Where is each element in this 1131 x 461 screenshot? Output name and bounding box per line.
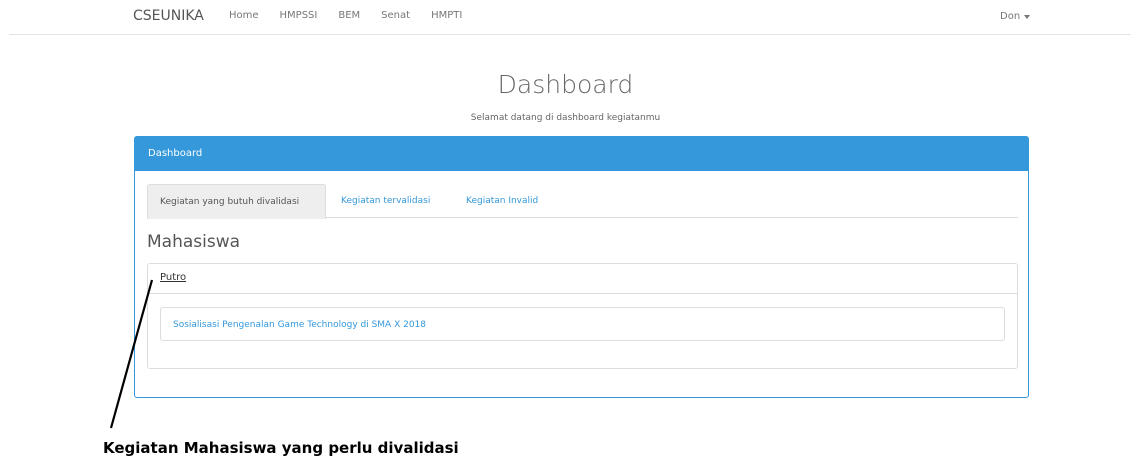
annotation-arrow-line [109, 279, 154, 429]
annotation-label: Kegiatan Mahasiswa yang perlu divalidasi [103, 439, 459, 457]
